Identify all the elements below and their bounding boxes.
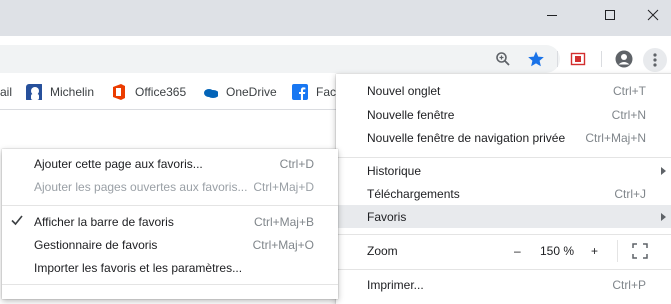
submenu-item-add-page[interactable]: Ajouter cette page aux favoris... Ctrl+D	[2, 152, 338, 175]
menu-item-print[interactable]: Imprimer... Ctrl+P	[336, 273, 671, 296]
shortcut-label: Ctrl+Maj+D	[253, 179, 314, 194]
title-bar	[0, 0, 671, 36]
chrome-menu-icon[interactable]	[643, 48, 667, 72]
maximize-button[interactable]	[587, 0, 633, 30]
menu-separator	[336, 234, 671, 235]
bookmark-label: Michelin	[50, 84, 95, 99]
bookmark-label: Office365	[135, 84, 187, 99]
maximize-icon	[605, 10, 615, 20]
minimize-button[interactable]	[529, 0, 575, 30]
submenu-item-show-bookmarks-bar[interactable]: Afficher la barre de favoris Ctrl+Maj+B	[2, 210, 338, 233]
menu-item-zoom: Zoom – 150 % +	[336, 239, 671, 263]
shortcut-label: Ctrl+Maj+O	[252, 237, 314, 252]
toolbar-divider	[601, 51, 602, 67]
bookmark-facebook[interactable]: Fac	[292, 74, 336, 109]
menu-item-label: Zoom	[367, 244, 398, 258]
menu-item-history[interactable]: Historique	[336, 159, 671, 182]
menu-item-label: Nouvel onglet	[367, 83, 441, 98]
menu-item-label: Importer les favoris et les paramètres..…	[34, 260, 243, 275]
zoom-divider	[617, 240, 618, 262]
profile-icon[interactable]	[614, 49, 634, 69]
bookmarks-submenu: Ajouter cette page aux favoris... Ctrl+D…	[2, 149, 338, 299]
shortcut-label: Ctrl+Maj+B	[253, 214, 314, 229]
menu-item-new-tab[interactable]: Nouvel onglet Ctrl+T	[336, 79, 671, 102]
menu-item-label: Historique	[367, 163, 422, 178]
menu-item-label: Téléchargements	[367, 186, 460, 201]
menu-item-label: Nouvelle fenêtre de navigation privée	[367, 130, 566, 145]
menu-separator	[336, 269, 671, 270]
bookmark-label: OneDrive	[226, 84, 277, 99]
menu-item-label: Ajouter les pages ouvertes aux favoris..…	[34, 179, 248, 194]
bookmark-label: Fac	[316, 84, 337, 99]
shortcut-label: Ctrl+P	[612, 277, 646, 292]
menu-separator	[336, 157, 671, 158]
menu-separator	[2, 205, 338, 206]
menu-item-label: Favoris	[367, 209, 407, 224]
toolbar-divider	[557, 51, 558, 67]
bookmark-label: ail	[0, 84, 13, 99]
submenu-item-import[interactable]: Importer les favoris et les paramètres..…	[2, 256, 338, 279]
submenu-arrow-icon	[661, 213, 666, 221]
zoom-level: 150 %	[540, 244, 575, 258]
close-icon	[647, 9, 659, 21]
menu-item-new-window[interactable]: Nouvelle fenêtre Ctrl+N	[336, 103, 671, 126]
bookmark-onedrive[interactable]: OneDrive	[202, 74, 277, 109]
toolbar	[0, 36, 671, 74]
extension-icon[interactable]	[568, 49, 588, 69]
address-bar[interactable]	[0, 45, 560, 73]
bookmark-star-icon[interactable]	[526, 49, 546, 69]
bookmark-mail[interactable]: ail	[0, 74, 12, 109]
bookmark-office365[interactable]: Office365	[111, 74, 186, 109]
menu-item-bookmarks[interactable]: Favoris	[336, 205, 671, 228]
fullscreen-icon[interactable]	[632, 243, 648, 262]
shortcut-label: Ctrl+N	[611, 107, 646, 122]
michelin-icon	[26, 83, 42, 100]
shortcut-label: Ctrl+Maj+N	[585, 130, 646, 145]
submenu-item-add-open-pages[interactable]: Ajouter les pages ouvertes aux favoris..…	[2, 175, 338, 198]
menu-item-label: Nouvelle fenêtre	[367, 107, 455, 122]
submenu-item-bookmark-manager[interactable]: Gestionnaire de favoris Ctrl+Maj+O	[2, 233, 338, 256]
zoom-in-button[interactable]: +	[591, 244, 598, 258]
onedrive-icon	[204, 88, 218, 98]
checkmark-icon	[11, 213, 23, 229]
menu-item-label: Imprimer...	[367, 277, 424, 292]
shortcut-label: Ctrl+D	[279, 156, 314, 171]
menu-item-downloads[interactable]: Téléchargements Ctrl+J	[336, 182, 671, 205]
office365-icon	[113, 83, 125, 100]
menu-item-label: Afficher la barre de favoris	[34, 214, 174, 229]
facebook-icon	[292, 83, 308, 100]
zoom-icon[interactable]	[493, 49, 513, 69]
menu-separator	[2, 284, 338, 285]
menu-item-label: Ajouter cette page aux favoris...	[34, 156, 203, 171]
chrome-main-menu: Nouvel onglet Ctrl+T Nouvelle fenêtre Ct…	[336, 74, 671, 304]
close-button[interactable]	[630, 0, 671, 30]
minimize-icon	[547, 15, 557, 16]
menu-item-label: Gestionnaire de favoris	[34, 237, 158, 252]
zoom-out-button[interactable]: –	[514, 244, 521, 258]
submenu-arrow-icon	[661, 167, 666, 175]
shortcut-label: Ctrl+T	[613, 83, 646, 98]
menu-item-incognito-window[interactable]: Nouvelle fenêtre de navigation privée Ct…	[336, 126, 671, 149]
bookmark-michelin[interactable]: Michelin	[26, 74, 94, 109]
shortcut-label: Ctrl+J	[614, 186, 646, 201]
